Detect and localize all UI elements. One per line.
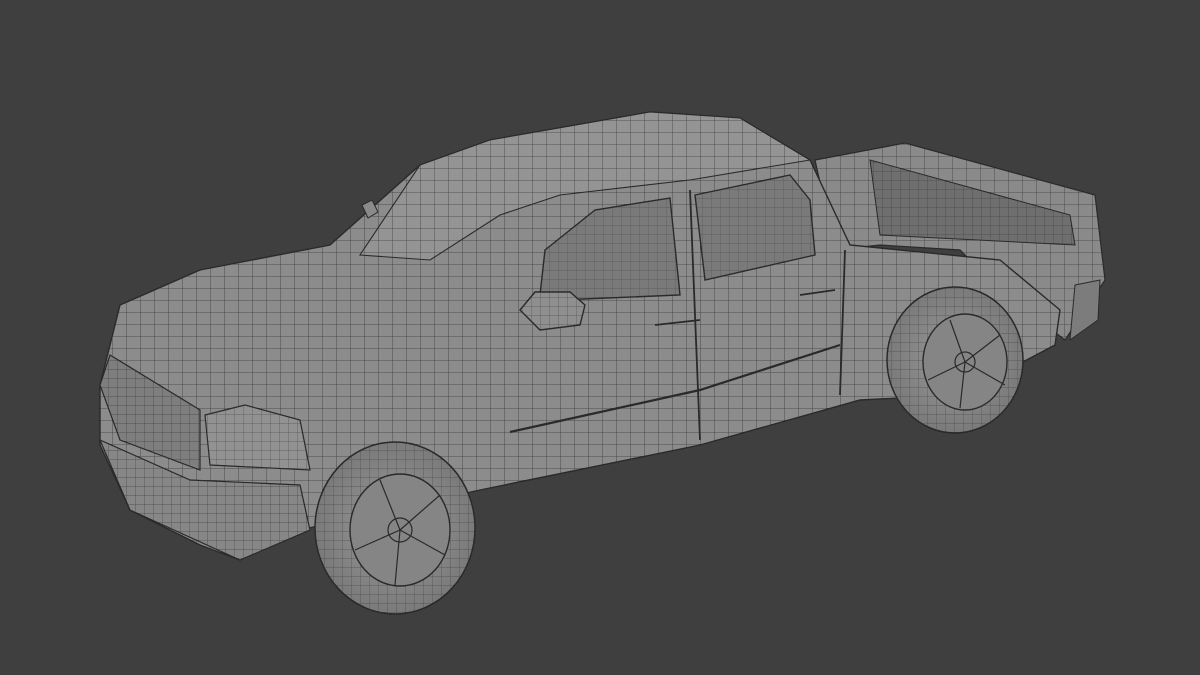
- rear-wheel: [886, 286, 1024, 434]
- 3d-viewport[interactable]: [0, 0, 1200, 675]
- front-wheel: [314, 441, 476, 615]
- truck-mesh-render: [98, 111, 1106, 615]
